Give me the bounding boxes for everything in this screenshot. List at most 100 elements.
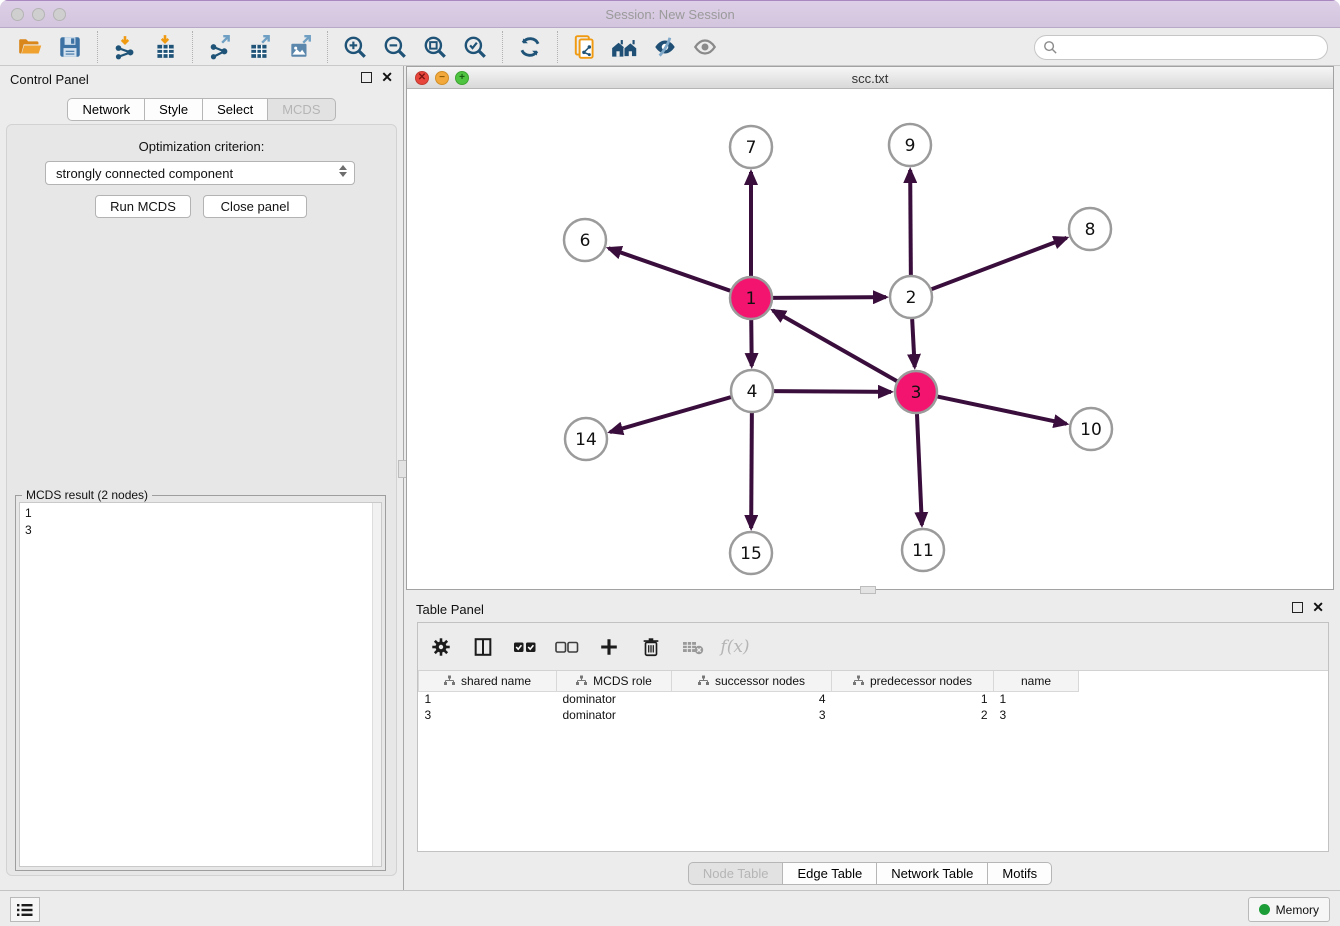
tab-select[interactable]: Select	[203, 98, 268, 121]
zoom-fit-button[interactable]	[420, 32, 450, 62]
criterion-value: strongly connected component	[56, 166, 233, 181]
save-session-button[interactable]	[55, 32, 85, 62]
graph-node-10[interactable]: 10	[1070, 408, 1112, 450]
toolbar-separator	[557, 31, 558, 63]
graph-edge-3-1[interactable]	[773, 310, 897, 381]
open-session-button[interactable]	[15, 32, 45, 62]
tab-network[interactable]: Network	[67, 98, 145, 121]
refresh-layout-button[interactable]	[515, 32, 545, 62]
table-settings-button[interactable]	[428, 634, 454, 660]
svg-text:14: 14	[575, 430, 597, 450]
table-panel-title: Table Panel	[416, 602, 484, 617]
graph-edge-2-8[interactable]	[932, 238, 1067, 289]
result-scrollbar[interactable]	[372, 503, 381, 866]
svg-text:4: 4	[747, 382, 758, 402]
select-all-columns-button[interactable]	[512, 634, 538, 660]
toggle-column-panel-button[interactable]	[470, 634, 496, 660]
tab-mcds[interactable]: MCDS	[268, 98, 335, 121]
show-all-button[interactable]	[690, 32, 720, 62]
graph-node-1[interactable]: 1	[730, 277, 772, 319]
graph-node-11[interactable]: 11	[902, 529, 944, 571]
search-field[interactable]	[1034, 35, 1328, 60]
graph-node-9[interactable]: 9	[889, 124, 931, 166]
dropdown-stepper-icon	[339, 165, 347, 177]
column-header-successor-nodes[interactable]: successor nodes	[672, 671, 832, 691]
tab-network-table[interactable]: Network Table	[877, 862, 988, 885]
column-header-predecessor-nodes[interactable]: predecessor nodes	[832, 671, 994, 691]
deselect-all-columns-button[interactable]	[554, 634, 580, 660]
graph-node-3[interactable]: 3	[895, 371, 937, 413]
export-image-button[interactable]	[285, 32, 315, 62]
network-from-selection-button[interactable]	[570, 32, 600, 62]
table-panel-divider-handle[interactable]	[860, 586, 876, 594]
graph-node-14[interactable]: 14	[565, 418, 607, 460]
memory-button[interactable]: Memory	[1248, 897, 1330, 922]
zoom-out-icon	[382, 34, 408, 60]
graph-node-2[interactable]: 2	[890, 276, 932, 318]
svg-text:3: 3	[911, 383, 922, 403]
mcds-result-area[interactable]: 1 3	[19, 502, 382, 867]
graph-edge-2-9[interactable]	[910, 170, 911, 275]
zoom-in-icon	[342, 34, 368, 60]
tab-motifs[interactable]: Motifs	[988, 862, 1052, 885]
graph-node-4[interactable]: 4	[731, 370, 773, 412]
graph-edge-3-11[interactable]	[917, 414, 922, 525]
tab-style[interactable]: Style	[145, 98, 203, 121]
graph-edge-3-10[interactable]	[938, 397, 1067, 424]
network-window-titlebar[interactable]: ✕ − + scc.txt	[407, 67, 1333, 89]
mcds-result-text: 1 3	[25, 505, 32, 539]
graph-node-6[interactable]: 6	[564, 219, 606, 261]
export-network-button[interactable]	[205, 32, 235, 62]
column-header-name[interactable]: name	[994, 671, 1079, 691]
float-table-panel-icon[interactable]	[1292, 602, 1303, 613]
graph-edge-4-15[interactable]	[751, 413, 752, 528]
eye-icon	[692, 34, 718, 60]
eye-slash-icon	[652, 34, 678, 60]
svg-text:7: 7	[746, 138, 757, 158]
graph-edge-1-6[interactable]	[609, 248, 731, 290]
first-neighbors-button[interactable]	[610, 32, 640, 62]
import-network-button[interactable]	[110, 32, 140, 62]
tab-node-table[interactable]: Node Table	[688, 862, 784, 885]
table-row[interactable]: 3 dominator 3 2 3	[419, 707, 1079, 723]
hide-selected-button[interactable]	[650, 32, 680, 62]
zoom-selected-button[interactable]	[460, 32, 490, 62]
cytoscape-window: Session: New Session	[0, 0, 1340, 926]
run-mcds-button[interactable]: Run MCDS	[95, 195, 191, 218]
export-table-button[interactable]	[245, 32, 275, 62]
delete-columns-button[interactable]	[638, 634, 664, 660]
close-panel-icon[interactable]: ✕	[381, 72, 393, 83]
import-table-button[interactable]	[150, 32, 180, 62]
graph-node-15[interactable]: 15	[730, 532, 772, 574]
table-panel: Table Panel ✕	[406, 596, 1334, 890]
delete-table-button[interactable]	[680, 634, 706, 660]
column-header-mcds-role[interactable]: MCDS role	[557, 671, 672, 691]
zoom-out-button[interactable]	[380, 32, 410, 62]
graph-edge-4-14[interactable]	[610, 397, 731, 432]
mcds-panel: Optimization criterion: strongly connect…	[6, 124, 397, 876]
create-column-button[interactable]	[596, 634, 622, 660]
graph-edge-2-3[interactable]	[912, 319, 915, 367]
memory-status-icon	[1259, 904, 1270, 915]
zoom-in-button[interactable]	[340, 32, 370, 62]
save-floppy-icon	[57, 34, 83, 60]
table-row[interactable]: 1 dominator 4 1 1	[419, 691, 1079, 707]
close-panel-button[interactable]: Close panel	[203, 195, 307, 218]
close-table-panel-icon[interactable]: ✕	[1312, 602, 1324, 613]
svg-text:1: 1	[746, 289, 757, 309]
graph-edge-4-3[interactable]	[774, 391, 891, 392]
column-header-shared-name[interactable]: shared name	[419, 671, 557, 691]
criterion-dropdown[interactable]: strongly connected component	[45, 161, 355, 185]
network-graph[interactable]: 7 9 6 8 1 2 4 3 14 10 15 11	[407, 89, 1333, 589]
session-title: Session: New Session	[0, 7, 1340, 22]
tab-edge-table[interactable]: Edge Table	[783, 862, 877, 885]
task-history-button[interactable]	[10, 897, 40, 922]
search-input[interactable]	[1063, 40, 1313, 55]
graph-edge-1-2[interactable]	[773, 297, 886, 298]
graph-node-7[interactable]: 7	[730, 126, 772, 168]
network-canvas[interactable]: 7 9 6 8 1 2 4 3 14 10 15 11	[407, 89, 1333, 589]
float-panel-icon[interactable]	[361, 72, 372, 83]
graph-node-8[interactable]: 8	[1069, 208, 1111, 250]
function-builder-button[interactable]: f(x)	[722, 634, 748, 660]
cell-shared-name: 1	[419, 691, 557, 707]
